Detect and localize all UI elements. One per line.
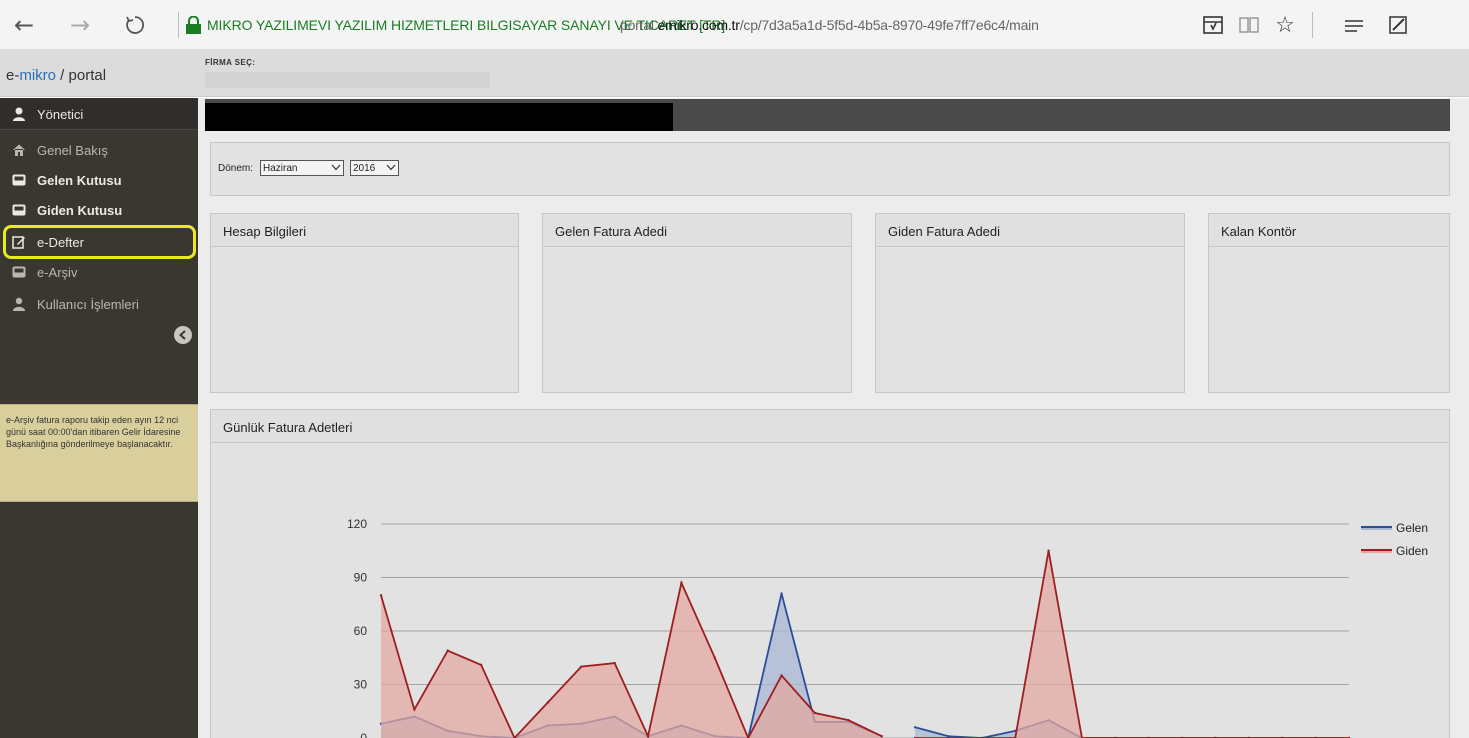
user-icon [11, 106, 27, 122]
point-giden [646, 735, 650, 738]
year-select[interactable]: 2016 [350, 160, 399, 176]
reading-list-icon[interactable] [1199, 12, 1227, 38]
refresh-icon[interactable] [119, 10, 151, 40]
firma-label: FİRMA SEÇ: [205, 58, 256, 67]
point-giden [613, 661, 616, 665]
line-gelen [914, 719, 1349, 738]
card-title: Gelen Fatura Adedi [543, 214, 851, 247]
sidebar-item-gelen-kutusu[interactable]: Gelen Kutusu [0, 165, 198, 195]
browser-toolbar: ← → MIKRO YAZILIMEVI YAZILIM HIZMETLERI … [0, 0, 1469, 50]
point-giden [813, 711, 817, 715]
forward-arrow-icon[interactable]: → [64, 10, 96, 40]
url-domain: emikro.com.tr [657, 17, 740, 33]
year-value: 2016 [353, 162, 376, 174]
user-row: Yönetici [0, 99, 198, 129]
brand-logo[interactable]: e-mikro / portal [6, 67, 106, 84]
legend-label: Gelen [1396, 521, 1428, 535]
month-select[interactable]: Haziran [260, 160, 344, 176]
y-tick-label: 90 [354, 571, 368, 585]
point-giden [780, 674, 783, 677]
point-giden [446, 649, 449, 652]
sidebar-item-giden-kutusu[interactable]: Giden Kutusu [0, 195, 198, 225]
card-title: Giden Fatura Adedi [876, 214, 1184, 247]
star-icon[interactable]: ☆ [1271, 12, 1299, 38]
hub-icon[interactable] [1340, 12, 1368, 38]
y-tick-label: 0 [360, 731, 367, 738]
sidebar-item-label: Kullanıcı İşlemleri [37, 296, 139, 312]
point-giden [413, 708, 416, 711]
sidebar-item-e-arsiv[interactable]: e-Arşiv [0, 257, 198, 287]
chart-panel-title: Günlük Fatura Adetleri [211, 410, 1449, 443]
period-label: Dönem: [218, 163, 254, 174]
month-value: Haziran [263, 162, 298, 174]
point-gelen [780, 592, 783, 595]
line-giden [915, 550, 1349, 738]
area-giden [381, 582, 882, 738]
brand-highlight: mikro [19, 67, 57, 84]
e-defter-highlight [3, 225, 196, 259]
sidebar-item-genel-bakis[interactable]: Genel Bakış [0, 135, 198, 165]
y-tick-label: 60 [354, 624, 368, 638]
toolbar-separator [1312, 12, 1313, 38]
lock-icon [186, 16, 201, 34]
users-icon [11, 296, 27, 312]
card-title: Hesap Bilgileri [211, 214, 518, 247]
card-hesap-bilgileri: Hesap Bilgileri [210, 213, 519, 393]
sidebar-item-label: e-Arşiv [37, 264, 78, 280]
point-giden [680, 581, 683, 585]
point-giden [479, 663, 483, 667]
inbox-icon [11, 172, 27, 188]
sidebar-item-label: Gelen Kutusu [37, 172, 122, 188]
sidebar-user[interactable]: Yönetici [0, 98, 198, 130]
brand-prefix: e- [6, 67, 20, 84]
url-path: /cp/7d3a5a1d-5f5d-4b5a-8970-49fe7ff7e6c4… [739, 17, 1039, 33]
sidebar-collapse-icon[interactable] [174, 326, 192, 344]
sidebar-item-label: Giden Kutusu [37, 202, 123, 218]
address-separator [178, 12, 179, 38]
web-note-icon[interactable] [1384, 12, 1412, 38]
card-title: Kalan Kontör [1209, 214, 1449, 247]
legend-label: Giden [1396, 544, 1428, 558]
area-giden [915, 550, 1349, 738]
chevron-down-icon [331, 163, 341, 174]
point-giden [880, 735, 883, 738]
sidebar-item-kullanici-islemleri[interactable]: Kullanıcı İşlemleri [0, 289, 198, 319]
sidebar-item-label: Genel Bakış [37, 142, 108, 158]
point-giden [580, 665, 583, 668]
card-gelen-fatura: Gelen Fatura Adedi [542, 213, 852, 393]
y-tick-label: 120 [347, 517, 367, 531]
back-arrow-icon[interactable]: ← [8, 10, 40, 40]
user-name: Yönetici [37, 106, 84, 122]
chevron-down-icon [386, 163, 396, 174]
url-prefix: portal. [620, 17, 658, 33]
point-giden [1047, 549, 1050, 552]
card-giden-fatura: Giden Fatura Adedi [875, 213, 1185, 393]
book-icon[interactable] [1235, 12, 1263, 38]
address-bar[interactable]: portal.emikro.com.tr/cp/7d3a5a1d-5f5d-4b… [620, 17, 1039, 33]
archive-icon [11, 264, 27, 280]
y-tick-label: 30 [354, 678, 368, 692]
daily-invoice-chart: 0 30 60 90 120 Gelen Giden [347, 517, 1428, 738]
point-giden [546, 701, 550, 704]
home-icon [11, 142, 27, 158]
point-gelen [913, 726, 917, 729]
brand-suffix: / portal [56, 67, 107, 84]
point-giden [847, 718, 850, 722]
firma-select[interactable] [205, 72, 490, 88]
area-gelen [915, 720, 1349, 738]
sidebar-notice: e-Arşiv fatura raporu takip eden ayın 12… [0, 404, 198, 502]
card-kalan-kontor: Kalan Kontör [1208, 213, 1450, 393]
point-giden [379, 594, 383, 597]
redacted-bar [205, 103, 673, 131]
point-giden [713, 656, 716, 659]
outbox-icon [11, 202, 27, 218]
